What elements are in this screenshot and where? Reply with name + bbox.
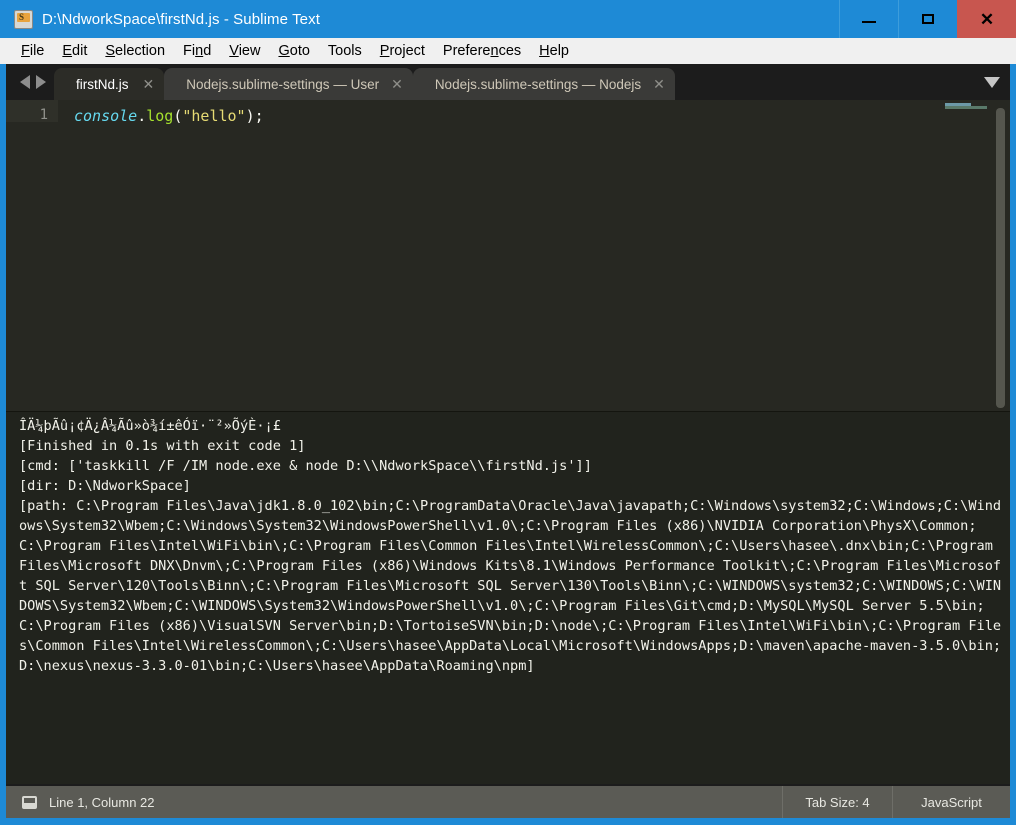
panel-toggle-icon[interactable] (22, 795, 37, 809)
code-editor-area[interactable]: console.log("hello"); (58, 100, 1010, 411)
tab-nav-arrows (6, 64, 54, 100)
syntax-mode-button[interactable]: JavaScript (892, 786, 1010, 818)
menu-item-view[interactable]: View (220, 38, 269, 64)
minimap[interactable] (945, 103, 987, 109)
window-title: D:\NdworkSpace\firstNd.js - Sublime Text (42, 10, 320, 28)
tab-overflow-button[interactable] (974, 64, 1010, 100)
minimize-icon (862, 21, 876, 23)
code-token-semicolon: ; (254, 107, 264, 125)
maximize-button[interactable] (898, 0, 957, 38)
tab-label: Nodejs.sublime-settings — Nodejs (434, 76, 642, 92)
code-token-close-paren: ) (245, 107, 255, 125)
editor-scrollbar-track[interactable] (996, 104, 1008, 408)
chevron-down-icon (984, 76, 1000, 88)
cursor-position-label: Line 1, Column 22 (49, 794, 155, 810)
build-output-text: ÎÄ¼þÃû¡¢Ä¿Â¼Ãû»ò¾í±êÓï·¨²»ÕýÈ·¡£ [Finish… (19, 418, 1002, 674)
tab-size-button[interactable]: Tab Size: 4 (782, 786, 892, 818)
minimize-button[interactable] (839, 0, 898, 38)
title-bar-left: D:\NdworkSpace\firstNd.js - Sublime Text (6, 0, 839, 38)
tab-close-icon[interactable]: ✕ (653, 77, 665, 91)
menu-item-tools[interactable]: Tools (319, 38, 371, 64)
tab-close-icon[interactable]: ✕ (143, 77, 155, 91)
line-number: 1 (39, 107, 48, 123)
code-token-console: console (74, 107, 138, 125)
menu-item-file[interactable]: File (12, 38, 53, 64)
tab-label: Nodejs.sublime-settings — User (186, 76, 380, 92)
tab-nodejs-sublime-settings-user[interactable]: Nodejs.sublime-settings — User ✕ (164, 68, 413, 100)
menu-item-help[interactable]: Help (530, 38, 578, 64)
tab-prev-icon[interactable] (20, 75, 30, 89)
line-number-gutter: 1 (6, 100, 58, 123)
sublime-text-icon (14, 9, 33, 29)
tab-label: firstNd.js (76, 76, 129, 92)
menu-item-find[interactable]: Find (174, 38, 220, 64)
editor-scrollbar-thumb[interactable] (996, 108, 1005, 408)
editor-pane[interactable]: 1 console.log("hello"); (6, 100, 1010, 411)
maximize-icon (922, 14, 934, 24)
tab-bar: firstNd.js ✕ Nodejs.sublime-settings — U… (6, 64, 1010, 100)
code-token-string-hello: "hello" (182, 107, 246, 125)
code-token-log: log (146, 107, 174, 125)
menu-item-goto[interactable]: Goto (269, 38, 318, 64)
code-token-dot: . (137, 107, 147, 125)
menu-item-preferences[interactable]: Preferences (434, 38, 530, 64)
build-output-panel[interactable]: ÎÄ¼þÃû¡¢Ä¿Â¼Ãû»ò¾í±êÓï·¨²»ÕýÈ·¡£ [Finish… (6, 411, 1010, 784)
tab-firstnd-js[interactable]: firstNd.js ✕ (54, 68, 165, 100)
close-icon: ✕ (979, 9, 995, 29)
close-button[interactable]: ✕ (957, 0, 1016, 38)
title-bar[interactable]: D:\NdworkSpace\firstNd.js - Sublime Text… (0, 0, 1016, 38)
menu-item-project[interactable]: Project (371, 38, 434, 64)
menu-bar: File Edit Selection Find View Goto Tools… (0, 38, 1016, 64)
menu-item-edit[interactable]: Edit (53, 38, 96, 64)
status-bar: Line 1, Column 22 Tab Size: 4 JavaScript (6, 784, 1010, 818)
tab-next-icon[interactable] (36, 75, 46, 89)
status-bar-left: Line 1, Column 22 (6, 786, 782, 818)
tab-nodejs-sublime-settings-nodejs[interactable]: Nodejs.sublime-settings — Nodejs ✕ (412, 68, 675, 100)
tab-close-icon[interactable]: ✕ (391, 77, 403, 91)
menu-item-selection[interactable]: Selection (96, 38, 174, 64)
sublime-text-window: D:\NdworkSpace\firstNd.js - Sublime Text… (0, 0, 1016, 825)
